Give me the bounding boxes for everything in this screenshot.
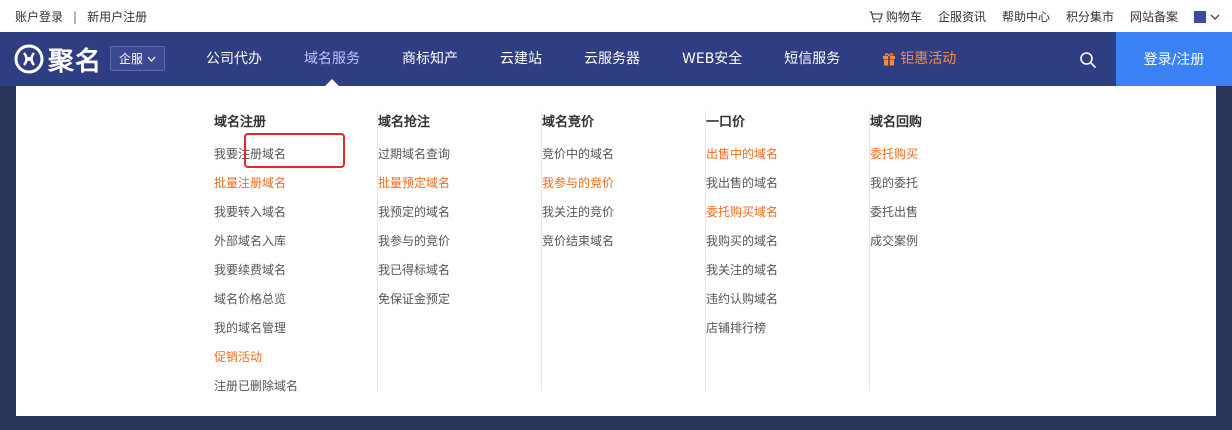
menu-item[interactable]: 我参与的竞价 xyxy=(378,233,541,262)
active-indicator xyxy=(325,79,339,86)
menu-item[interactable]: 我的域名管理 xyxy=(214,320,377,349)
nav-item-web-security[interactable]: WEB安全 xyxy=(661,32,763,86)
menu-item[interactable]: 免保证金预定 xyxy=(378,291,541,320)
column-domain-snatch: 域名抢注 过期域名查询 批量预定域名 我预定的域名 我参与的竞价 我已得标域名 … xyxy=(378,111,542,391)
column-title: 域名抢注 xyxy=(378,115,431,130)
menu-item[interactable]: 出售中的域名 xyxy=(706,146,869,175)
menu-item[interactable]: 我预定的域名 xyxy=(378,204,541,233)
nav-item-site-builder[interactable]: 云建站 xyxy=(479,32,563,86)
nav-item-sms[interactable]: 短信服务 xyxy=(763,32,861,86)
nav-item-domain[interactable]: 域名服务 xyxy=(283,32,381,86)
menu-item[interactable]: 我关注的竞价 xyxy=(542,204,705,233)
column-domain-buyback: 域名回购 委托购买 我的委托 委托出售 成交案例 xyxy=(870,111,1034,391)
menu-item[interactable]: 我出售的域名 xyxy=(706,175,869,204)
column-title: 域名注册 xyxy=(214,115,267,130)
chevron-down-icon xyxy=(147,56,156,62)
nav-menu: 公司代办 域名服务 商标知产 云建站 云服务器 WEB安全 短信服务 钜惠活动 xyxy=(185,32,977,86)
menu-item[interactable]: 注册已删除域名 xyxy=(214,378,377,407)
menu-item[interactable]: 外部域名入库 xyxy=(214,233,377,262)
menu-item[interactable]: 促销活动 xyxy=(214,349,377,378)
nav-item-trademark[interactable]: 商标知产 xyxy=(381,32,479,86)
menu-item[interactable]: 竞价结束域名 xyxy=(542,233,705,262)
menu-item[interactable]: 违约认购域名 xyxy=(706,291,869,320)
points-link[interactable]: 积分集市 xyxy=(1066,8,1114,25)
nav-item-label: 钜惠活动 xyxy=(900,51,957,67)
utility-links: 购物车 企服资讯 帮助中心 积分集市 网站备案 xyxy=(853,8,1220,25)
menu-item[interactable]: 域名价格总览 xyxy=(214,291,377,320)
menu-item[interactable]: 我要转入域名 xyxy=(214,204,377,233)
language-flag-icon[interactable] xyxy=(1194,10,1206,23)
column-fixed-price: 一口价 出售中的域名 我出售的域名 委托购买域名 我购买的域名 我关注的域名 违… xyxy=(706,111,870,391)
register-link[interactable]: 新用户注册 xyxy=(87,8,147,25)
cart-label: 购物车 xyxy=(885,10,922,24)
cart-link[interactable]: 购物车 xyxy=(869,8,922,25)
menu-item[interactable]: 我参与的竞价 xyxy=(542,175,705,204)
separator: | xyxy=(73,9,78,24)
help-link[interactable]: 帮助中心 xyxy=(1002,8,1050,25)
menu-item[interactable]: 我关注的域名 xyxy=(706,262,869,291)
menu-item[interactable]: 竞价中的域名 xyxy=(542,146,705,175)
menu-item[interactable]: 店铺排行榜 xyxy=(706,320,869,349)
column-domain-auction: 域名竞价 竞价中的域名 我参与的竞价 我关注的竞价 竞价结束域名 xyxy=(542,111,706,391)
qifu-label: 企服 xyxy=(118,52,143,66)
annotation-highlight-box xyxy=(244,133,345,168)
main-nav: 聚名 企服 公司代办 域名服务 商标知产 云建站 云服务器 WEB安全 短信服务… xyxy=(0,32,1232,86)
nav-item-company[interactable]: 公司代办 xyxy=(185,32,283,86)
domain-services-dropdown: 域名注册 我要注册域名 批量注册域名 我要转入域名 外部域名入库 我要续费域名 … xyxy=(16,86,1216,416)
cart-icon xyxy=(869,10,883,22)
menu-item[interactable]: 我购买的域名 xyxy=(706,233,869,262)
column-title: 域名竞价 xyxy=(542,115,595,130)
menu-item[interactable]: 我要续费域名 xyxy=(214,262,377,291)
menu-item[interactable]: 批量预定域名 xyxy=(378,175,541,204)
column-title: 一口价 xyxy=(706,115,746,130)
menu-item[interactable]: 批量注册域名 xyxy=(214,175,377,204)
chevron-down-icon[interactable] xyxy=(1210,13,1220,21)
logo-icon xyxy=(14,44,44,74)
login-link[interactable]: 账户登录 xyxy=(15,8,63,25)
nav-item-cloud-server[interactable]: 云服务器 xyxy=(563,32,661,86)
search-icon xyxy=(1080,52,1096,68)
logo-text: 聚名 xyxy=(48,46,103,77)
column-title: 域名回购 xyxy=(870,115,923,130)
login-register-button[interactable]: 登录/注册 xyxy=(1116,32,1232,86)
menu-item[interactable]: 我已得标域名 xyxy=(378,262,541,291)
news-link[interactable]: 企服资讯 xyxy=(938,8,986,25)
nav-item-label: 域名服务 xyxy=(304,51,360,67)
top-bar: 账户登录 | 新用户注册 购物车 企服资讯 帮助中心 积分集市 网站备案 xyxy=(0,0,1232,32)
menu-item[interactable]: 我的委托 xyxy=(870,175,1034,204)
logo[interactable]: 聚名 xyxy=(14,42,103,77)
menu-item[interactable]: 委托购买域名 xyxy=(706,204,869,233)
search-button[interactable] xyxy=(1072,44,1104,76)
menu-item[interactable]: 委托购买 xyxy=(870,146,1034,175)
nav-item-promotion[interactable]: 钜惠活动 xyxy=(861,32,977,86)
account-links: 账户登录 | 新用户注册 xyxy=(15,8,147,25)
gift-icon xyxy=(883,53,896,66)
menu-item[interactable]: 委托出售 xyxy=(870,204,1034,233)
menu-item[interactable]: 过期域名查询 xyxy=(378,146,541,175)
menu-item[interactable]: 成交案例 xyxy=(870,233,1034,262)
qifu-dropdown[interactable]: 企服 xyxy=(110,46,165,71)
icp-link[interactable]: 网站备案 xyxy=(1130,8,1178,25)
